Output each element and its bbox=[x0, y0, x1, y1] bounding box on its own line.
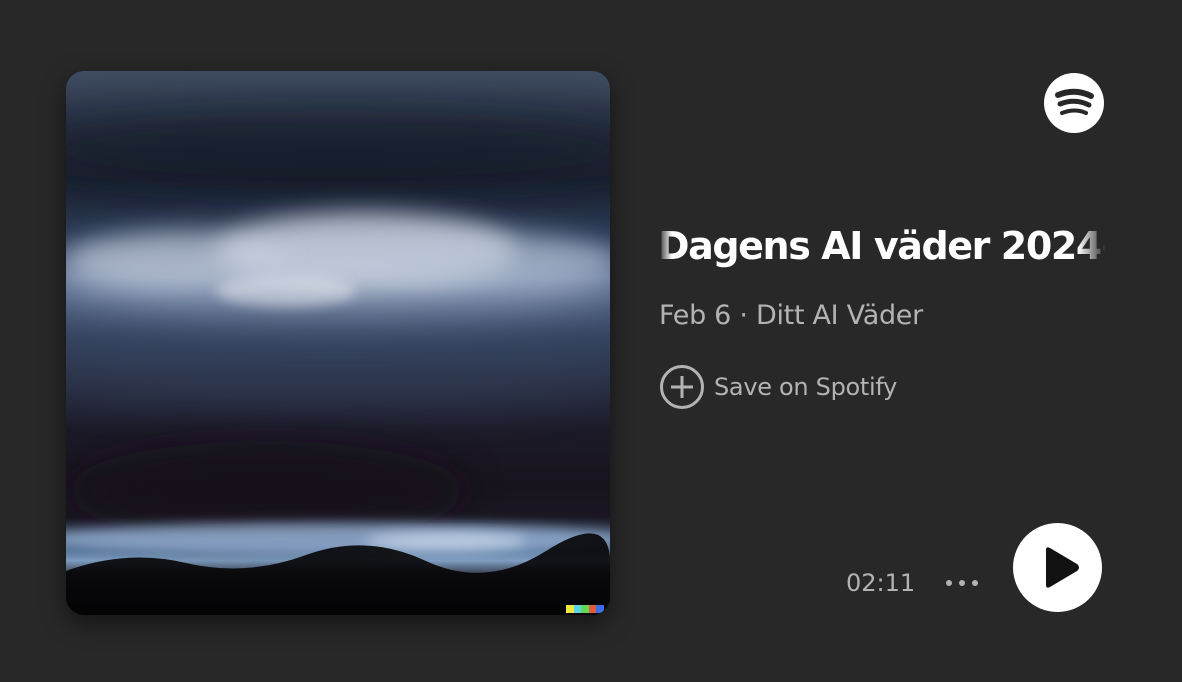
more-options-icon bbox=[946, 580, 978, 586]
more-options-button[interactable] bbox=[940, 567, 986, 599]
episode-duration: 02:11 bbox=[846, 569, 916, 597]
cover-cloud-artwork bbox=[66, 111, 610, 615]
play-icon bbox=[1046, 547, 1079, 588]
episode-title: Dagens AI väder 2024-02-06 bbox=[658, 224, 1106, 268]
ai-watermark-badge bbox=[566, 605, 604, 613]
episode-meta: Feb 6 · Ditt AI Väder bbox=[659, 296, 923, 336]
save-on-spotify-button[interactable]: Save on Spotify bbox=[659, 364, 897, 410]
meta-separator: · bbox=[739, 300, 748, 331]
episode-date: Feb 6 bbox=[659, 300, 732, 331]
show-name-link[interactable]: Ditt AI Väder bbox=[756, 300, 923, 331]
spotify-episode-embed: Dagens AI väder 2024-02-06 Feb 6 · Ditt … bbox=[0, 0, 1182, 682]
play-button[interactable] bbox=[1013, 523, 1102, 612]
add-circle-icon bbox=[660, 365, 704, 409]
save-label: Save on Spotify bbox=[714, 373, 898, 401]
episode-title-container[interactable]: Dagens AI väder 2024-02-06 bbox=[658, 216, 1106, 276]
episode-cover-art[interactable] bbox=[66, 71, 610, 615]
spotify-logo-icon[interactable] bbox=[1044, 73, 1104, 133]
